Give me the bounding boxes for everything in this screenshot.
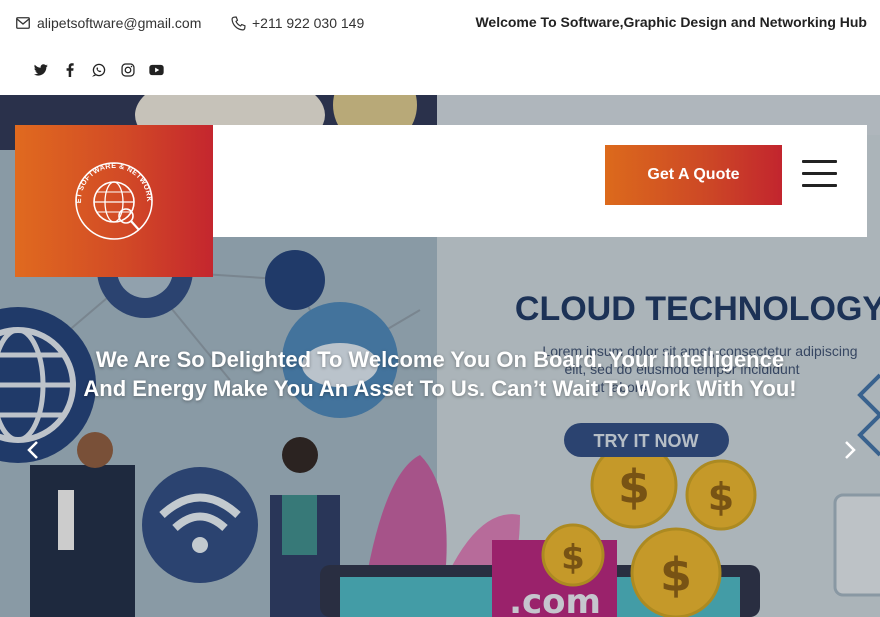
twitter-icon[interactable] — [26, 60, 55, 80]
top-bar: alipetsoftware@gmail.com +211 922 030 14… — [0, 0, 880, 95]
social-links — [26, 60, 171, 80]
email-text[interactable]: alipetsoftware@gmail.com — [37, 15, 201, 31]
youtube-icon[interactable] — [142, 60, 171, 80]
envelope-icon — [15, 15, 31, 31]
svg-text:ALIPET SOFTWARE & NETWORK HUB: ALIPET SOFTWARE & NETWORK HUB — [69, 156, 154, 203]
whatsapp-icon[interactable] — [84, 60, 113, 80]
logo-text: ALIPET SOFTWARE & NETWORK HUB — [69, 156, 154, 203]
welcome-text: Welcome To Software,Graphic Design and N… — [475, 14, 867, 30]
slider-next-button[interactable] — [835, 435, 865, 465]
hamburger-menu-icon[interactable] — [800, 155, 838, 193]
phone-icon — [230, 15, 246, 31]
site-logo[interactable]: ALIPET SOFTWARE & NETWORK HUB — [15, 125, 213, 277]
facebook-icon[interactable] — [55, 60, 84, 80]
chevron-right-icon — [845, 441, 856, 459]
contact-phone[interactable]: +211 922 030 149 — [230, 14, 364, 32]
instagram-icon[interactable] — [113, 60, 142, 80]
globe-logo-icon: ALIPET SOFTWARE & NETWORK HUB — [69, 156, 154, 240]
hero-headline-line1: We Are So Delighted To Welcome You On Bo… — [95, 347, 785, 372]
chevron-left-icon — [27, 441, 38, 459]
hero-headline: We Are So Delighted To Welcome You On Bo… — [60, 345, 820, 403]
get-quote-button[interactable]: Get A Quote — [605, 145, 782, 205]
phone-text[interactable]: +211 922 030 149 — [252, 15, 364, 31]
slider-prev-button[interactable] — [18, 435, 48, 465]
hero-headline-line2: And Energy Make You An Asset To Us. Can’… — [83, 376, 797, 401]
contact-email[interactable]: alipetsoftware@gmail.com — [15, 14, 201, 32]
